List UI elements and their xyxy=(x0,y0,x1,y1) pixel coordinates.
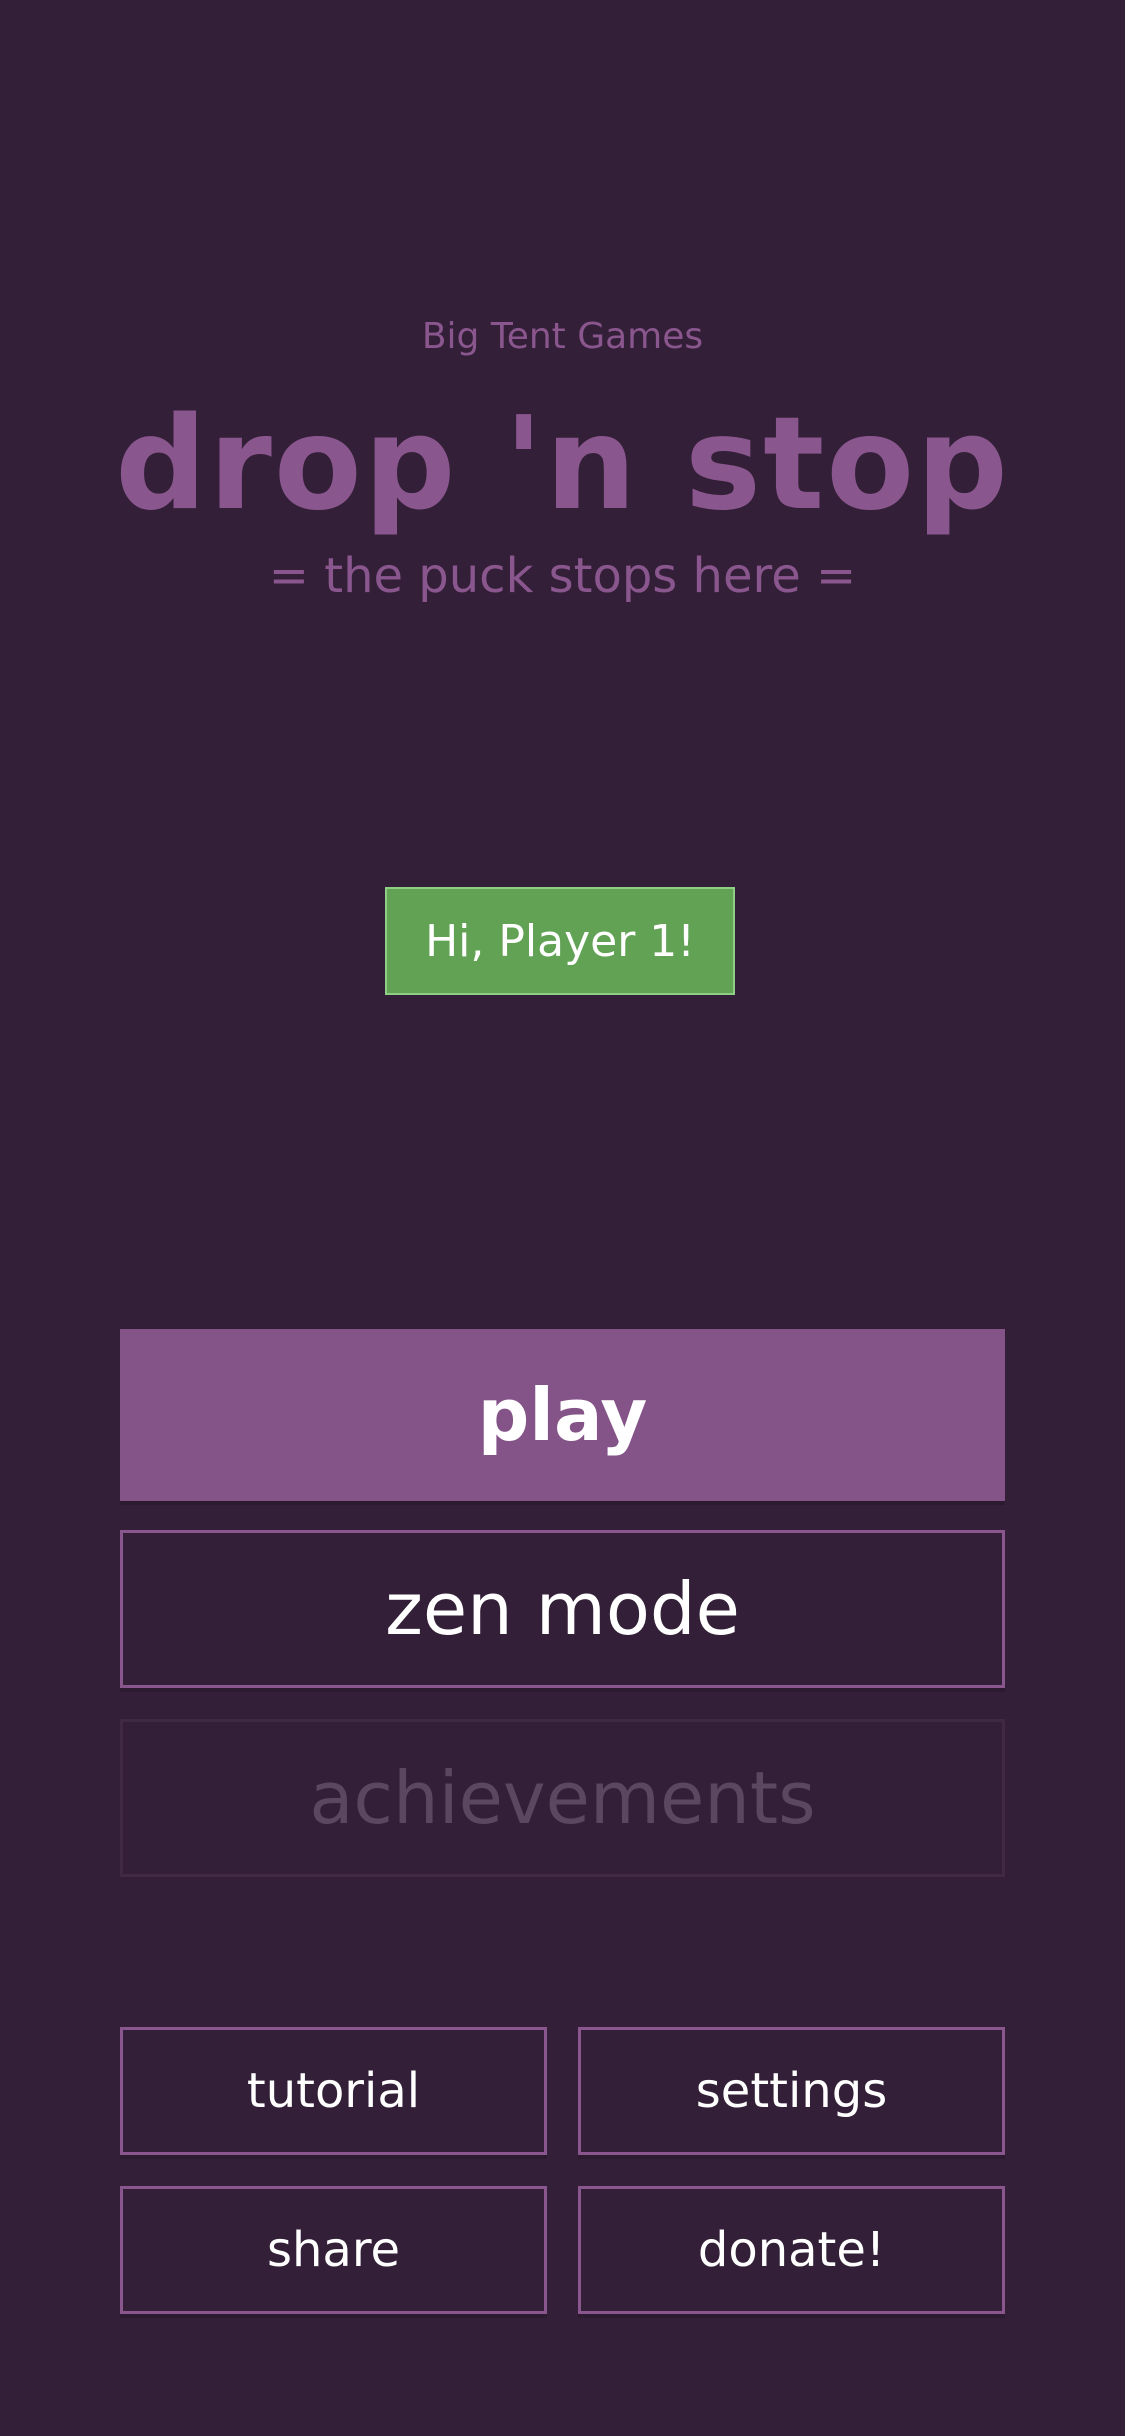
tutorial-button[interactable]: tutorial xyxy=(120,2027,547,2155)
achievements-button: achievements xyxy=(120,1719,1005,1877)
donate-button[interactable]: donate! xyxy=(578,2186,1005,2314)
game-title: drop 'n stop xyxy=(115,390,1010,539)
settings-button[interactable]: settings xyxy=(578,2027,1005,2155)
share-button[interactable]: share xyxy=(120,2186,547,2314)
publisher-name: Big Tent Games xyxy=(421,316,704,357)
zen-mode-button[interactable]: zen mode xyxy=(120,1530,1005,1688)
game-tagline: = the puck stops here = xyxy=(268,548,857,604)
play-button[interactable]: play xyxy=(120,1329,1005,1501)
player-greeting-button[interactable]: Hi, Player 1! xyxy=(385,887,735,995)
